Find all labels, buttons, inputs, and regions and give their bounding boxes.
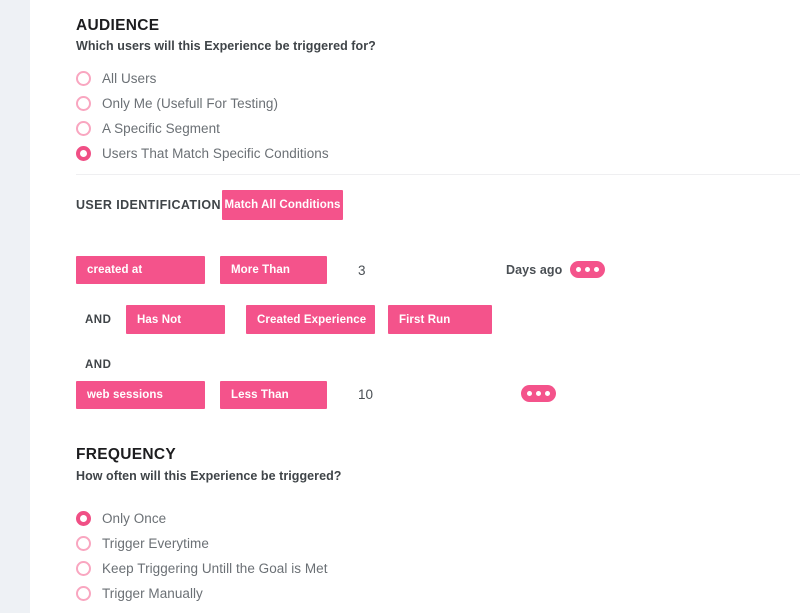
match-all-conditions-button[interactable]: Match All Conditions <box>222 190 343 220</box>
condition-3-operator-select[interactable]: Less Than <box>220 381 327 409</box>
audience-question: Which users will this Experience be trig… <box>76 39 376 53</box>
frequency-option-label: Trigger Everytime <box>102 535 209 551</box>
audience-section-title: AUDIENCE <box>76 17 160 34</box>
condition-2-connector-label: AND <box>85 314 112 326</box>
frequency-section-title: FREQUENCY <box>76 446 177 463</box>
audience-option-all-users[interactable]: All Users <box>76 67 156 89</box>
dot <box>594 267 599 272</box>
section-divider <box>76 174 800 175</box>
condition-3-attribute-select[interactable]: web sessions <box>76 381 205 409</box>
frequency-option-only-once[interactable]: Only Once <box>76 507 166 529</box>
condition-3-ellipsis-icon[interactable] <box>521 385 556 402</box>
radio-icon[interactable] <box>76 70 91 86</box>
audience-option-specific-segment[interactable]: A Specific Segment <box>76 117 220 139</box>
condition-2-verb-select[interactable]: Has Not <box>126 305 225 334</box>
dot <box>536 391 541 396</box>
radio-icon[interactable] <box>76 535 91 551</box>
condition-2-action-select[interactable]: Created Experience <box>246 305 375 334</box>
audience-option-only-me[interactable]: Only Me (Usefull For Testing) <box>76 92 278 114</box>
condition-1-ellipsis-icon[interactable] <box>570 261 605 278</box>
audience-option-label: A Specific Segment <box>102 120 220 136</box>
frequency-question: How often will this Experience be trigge… <box>76 469 342 483</box>
radio-icon[interactable] <box>76 95 91 111</box>
left-rail <box>0 0 30 613</box>
condition-1-unit-label: Days ago <box>506 263 563 277</box>
frequency-option-keep-triggering[interactable]: Keep Triggering Untill the Goal is Met <box>76 557 328 579</box>
condition-2-target-select[interactable]: First Run <box>388 305 492 334</box>
dot <box>576 267 581 272</box>
radio-icon[interactable] <box>76 120 91 136</box>
frequency-option-label: Trigger Manually <box>102 585 203 601</box>
user-identification-title: USER IDENTIFICATION <box>76 198 221 212</box>
audience-option-label: Users That Match Specific Conditions <box>102 145 329 161</box>
dot <box>585 267 590 272</box>
frequency-option-trigger-everytime[interactable]: Trigger Everytime <box>76 532 209 554</box>
condition-1-attribute-select[interactable]: created at <box>76 256 205 284</box>
dot <box>527 391 532 396</box>
radio-icon[interactable] <box>76 560 91 576</box>
experience-settings-panel: AUDIENCE Which users will this Experienc… <box>0 0 800 613</box>
condition-1-operator-select[interactable]: More Than <box>220 256 327 284</box>
condition-3-value-input[interactable]: 10 <box>358 387 373 402</box>
audience-option-label: All Users <box>102 70 157 86</box>
audience-option-match-conditions[interactable]: Users That Match Specific Conditions <box>76 142 329 164</box>
radio-selected-icon[interactable] <box>76 145 91 161</box>
frequency-option-label: Only Once <box>102 510 167 526</box>
settings-content: AUDIENCE Which users will this Experienc… <box>30 0 800 613</box>
condition-1-value-input[interactable]: 3 <box>358 263 366 278</box>
frequency-option-trigger-manually[interactable]: Trigger Manually <box>76 582 203 604</box>
frequency-option-label: Keep Triggering Untill the Goal is Met <box>102 560 328 576</box>
radio-icon[interactable] <box>76 585 91 601</box>
audience-option-label: Only Me (Usefull For Testing) <box>102 95 279 111</box>
condition-3-connector-label: AND <box>85 359 112 371</box>
radio-selected-icon[interactable] <box>76 510 91 526</box>
dot <box>545 391 550 396</box>
